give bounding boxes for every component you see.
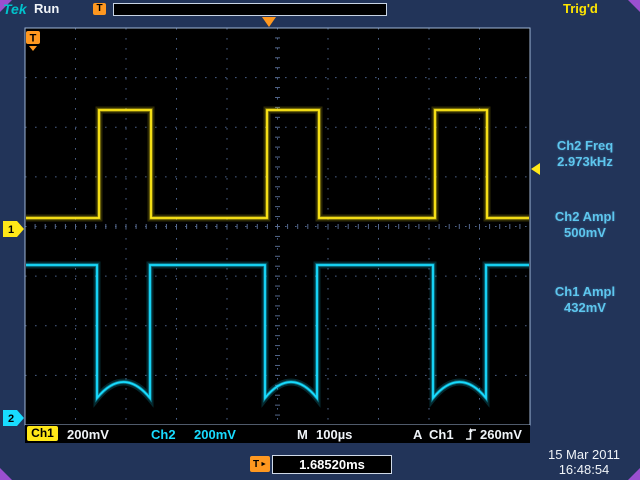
timebase-label: M [297, 427, 308, 442]
scale-status-bar: Ch1 200mV Ch2 200mV M 100µs A Ch1 260mV [25, 425, 530, 443]
ch1-scale: 200mV [67, 427, 109, 442]
measurement-value: 432mV [530, 300, 640, 316]
trigger-source: Ch1 [429, 427, 454, 442]
trigger-marker-icon: T [93, 3, 106, 15]
ch2-label: Ch2 [151, 427, 176, 442]
svg-text:2: 2 [8, 413, 14, 425]
measurement-label: Ch1 Ampl [530, 284, 640, 300]
rising-edge-icon [465, 427, 477, 446]
date-text: 15 Mar 2011 [528, 447, 640, 462]
trigger-position-marker [262, 17, 276, 27]
trigger-position-icon: T ► [250, 456, 270, 472]
record-position-bar [113, 3, 387, 16]
measurement-ch2-ampl: Ch2 Ampl 500mV [530, 209, 640, 241]
ch2-ground-marker: 2 [3, 410, 24, 426]
tek-logo: Tek [3, 1, 27, 17]
time-text: 16:48:54 [528, 462, 640, 477]
measurement-ch2-freq: Ch2 Freq 2.973kHz [530, 138, 640, 170]
measurement-ch1-ampl: Ch1 Ampl 432mV [530, 284, 640, 316]
measurement-label: Ch2 Freq [530, 138, 640, 154]
measurement-value: 2.973kHz [530, 154, 640, 170]
oscilloscope-screen: T 1 2 Tek Run T Trig'd Ch2 Freq 2.973kHz C… [0, 0, 640, 480]
ch2-scale: 200mV [194, 427, 236, 442]
acquisition-state: Run [34, 1, 59, 16]
right-arrow-icon: ► [260, 461, 267, 468]
ch1-badge: Ch1 [27, 426, 58, 441]
trigger-level: 260mV [480, 427, 522, 442]
measurement-value: 500mV [530, 225, 640, 241]
corner-accent [628, 0, 640, 12]
trigger-mode: A [413, 427, 422, 442]
svg-text:1: 1 [8, 224, 14, 236]
ch1-ground-marker: 1 [3, 221, 24, 237]
measurement-label: Ch2 Ampl [530, 209, 640, 225]
timebase-scale: 100µs [316, 427, 352, 442]
svg-text:T: T [30, 33, 37, 45]
corner-accent [0, 468, 12, 480]
datetime-readout: 15 Mar 2011 16:48:54 [528, 447, 640, 477]
trigger-position-value: 1.68520ms [272, 455, 392, 474]
trigger-status: Trig'd [563, 1, 598, 16]
trigger-position-t: T [253, 459, 259, 470]
